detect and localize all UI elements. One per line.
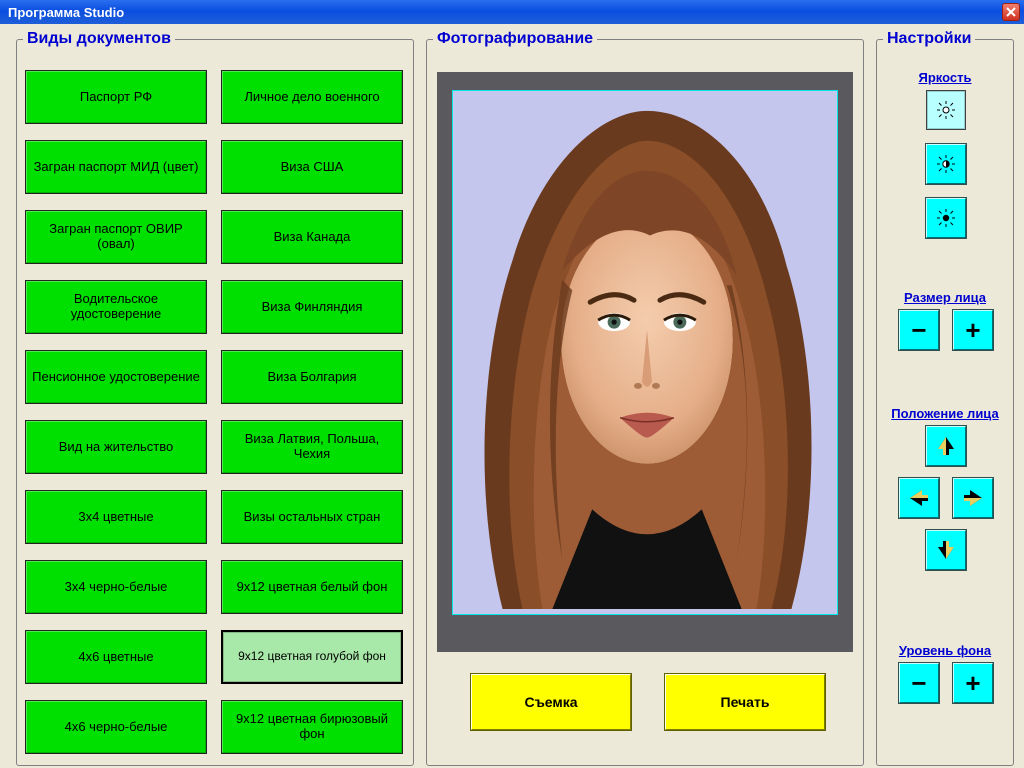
- doc-btn-11[interactable]: Виза Латвия, Польша, Чехия: [221, 420, 403, 474]
- doc-btn-12[interactable]: 3x4 цветные: [25, 490, 207, 544]
- doc-btn-5[interactable]: Виза Канада: [221, 210, 403, 264]
- brightness-label: Яркость: [877, 70, 1013, 85]
- doc-btn-17[interactable]: 9x12 цветная голубой фон: [221, 630, 403, 684]
- document-types-grid: Паспорт РФ Личное дело военного Загран п…: [25, 70, 405, 755]
- doc-btn-14[interactable]: 3x4 черно-белые: [25, 560, 207, 614]
- plus-icon: +: [965, 317, 980, 343]
- doc-btn-7[interactable]: Виза Финляндия: [221, 280, 403, 334]
- doc-btn-4[interactable]: Загран паспорт ОВИР (овал): [25, 210, 207, 264]
- face-size-plus-button[interactable]: +: [953, 310, 993, 350]
- photo-preview: [452, 90, 838, 615]
- doc-btn-2[interactable]: Загран паспорт МИД (цвет): [25, 140, 207, 194]
- doc-btn-0[interactable]: Паспорт РФ: [25, 70, 207, 124]
- document-types-panel: Виды документов Паспорт РФ Личное дело в…: [16, 30, 414, 766]
- face-left-button[interactable]: [899, 478, 939, 518]
- doc-btn-16[interactable]: 4x6 цветные: [25, 630, 207, 684]
- face-pos-label: Положение лица: [877, 406, 1013, 421]
- doc-btn-13[interactable]: Визы остальных стран: [221, 490, 403, 544]
- face-size-label: Размер лица: [877, 290, 1013, 305]
- sun-half-icon: [936, 154, 956, 174]
- minus-icon: −: [911, 670, 926, 696]
- face-right-button[interactable]: [953, 478, 993, 518]
- face-up-button[interactable]: [926, 426, 966, 466]
- arrow-up-icon: [934, 434, 958, 458]
- sun-bright-icon: [936, 100, 956, 120]
- document-types-title: Виды документов: [23, 30, 175, 48]
- close-icon: [1006, 7, 1016, 17]
- doc-btn-9[interactable]: Виза Болгария: [221, 350, 403, 404]
- bg-level-label: Уровень фона: [877, 643, 1013, 658]
- photo-frame: [437, 72, 853, 652]
- doc-btn-19[interactable]: 9х12 цветная бирюзовый фон: [221, 700, 403, 754]
- shoot-button[interactable]: Съемка: [471, 674, 631, 730]
- photo-image: [453, 91, 837, 614]
- plus-icon: +: [965, 670, 980, 696]
- photo-panel: Фотографирование: [426, 30, 864, 766]
- print-button[interactable]: Печать: [665, 674, 825, 730]
- minus-icon: −: [911, 317, 926, 343]
- brightness-low-button[interactable]: [926, 198, 966, 238]
- bg-level-plus-button[interactable]: +: [953, 663, 993, 703]
- sun-dark-icon: [936, 208, 956, 228]
- face-size-minus-button[interactable]: −: [899, 310, 939, 350]
- arrow-down-icon: [934, 538, 958, 562]
- settings-title: Настройки: [883, 30, 975, 48]
- brightness-high-button[interactable]: [926, 90, 966, 130]
- window-title: Программа Studio: [4, 5, 124, 20]
- arrow-left-icon: [907, 486, 931, 510]
- face-down-button[interactable]: [926, 530, 966, 570]
- doc-btn-15[interactable]: 9x12 цветная белый фон: [221, 560, 403, 614]
- settings-panel: Настройки Яркость: [876, 30, 1014, 766]
- close-button[interactable]: [1002, 3, 1020, 21]
- doc-btn-6[interactable]: Водительское удостоверение: [25, 280, 207, 334]
- doc-btn-8[interactable]: Пенсионное удостоверение: [25, 350, 207, 404]
- doc-btn-3[interactable]: Виза США: [221, 140, 403, 194]
- bg-level-minus-button[interactable]: −: [899, 663, 939, 703]
- doc-btn-10[interactable]: Вид на жительство: [25, 420, 207, 474]
- doc-btn-18[interactable]: 4x6 черно-белые: [25, 700, 207, 754]
- title-bar: Программа Studio: [0, 0, 1024, 24]
- arrow-right-icon: [961, 486, 985, 510]
- doc-btn-1[interactable]: Личное дело военного: [221, 70, 403, 124]
- photo-title: Фотографирование: [433, 30, 597, 48]
- brightness-mid-button[interactable]: [926, 144, 966, 184]
